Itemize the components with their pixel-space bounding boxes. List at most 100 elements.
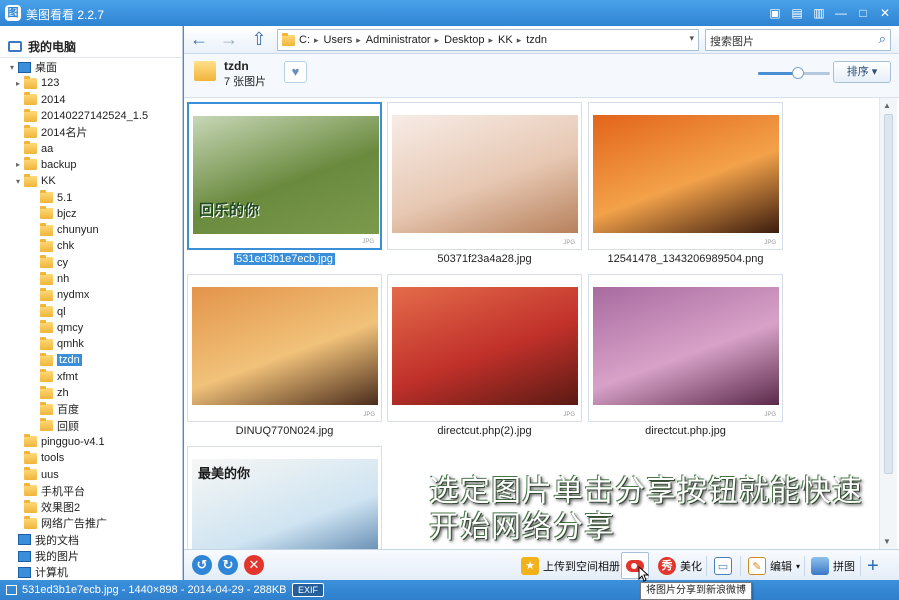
maximize-icon[interactable]: □ [853,3,873,23]
tree-item[interactable]: 手机平台 [0,483,182,499]
chevron-down-icon[interactable]: ▾ [12,177,24,186]
tree-item[interactable]: ▾ 桌面 [0,59,182,75]
forward-button[interactable]: → [218,29,240,51]
breadcrumb-segment[interactable]: C: [299,34,310,46]
tree-item[interactable]: nydmx [0,287,182,303]
tree-item[interactable]: bjcz [0,206,182,222]
image-thumbnail[interactable]: JPG [387,274,582,422]
delete-button[interactable]: ✕ [244,555,264,575]
upload-album-button[interactable]: ★ 上传到空间相册 [521,556,620,576]
collage-button[interactable]: 拼图 [811,556,855,576]
vertical-scrollbar[interactable]: ▲ ▼ [879,98,897,549]
slideshow-button[interactable]: ▭ [714,556,732,576]
rotate-right-button[interactable]: ↻ [218,555,238,575]
tree-item[interactable]: chk [0,238,182,254]
share-tooltip: 将图片分享到新浪微博 [640,582,752,600]
chevron-right-icon[interactable]: ▸ [12,79,24,88]
folder-icon [194,61,216,81]
scrollbar-thumb[interactable] [884,114,893,474]
rotate-left-button[interactable]: ↺ [192,555,212,575]
image-thumbnail[interactable]: 回乐的你 JPG [187,102,382,250]
tree-item-label: KK [41,175,56,188]
thumbnail-caption[interactable]: 531ed3b1e7ecb.jpg [187,253,382,265]
breadcrumb-segment[interactable]: Administrator [366,34,431,46]
chat-icon[interactable]: ▣ [765,3,785,23]
chevron-down-icon[interactable]: ▾ [6,63,18,72]
skin-icon[interactable]: ▤ [787,3,807,23]
tree-item[interactable]: ql [0,303,182,319]
exif-button[interactable]: EXIF [292,583,325,597]
tree-item[interactable]: 5.1 [0,189,182,205]
image-thumbnail[interactable]: JPG [588,274,783,422]
thumbnail-image [593,115,779,233]
tree-item[interactable]: cy [0,255,182,271]
tree-item[interactable]: xfmt [0,369,182,385]
tree-item[interactable]: qmhk [0,336,182,352]
favorite-button[interactable]: ♥ [284,61,307,83]
tree-item[interactable]: 2014 [0,92,182,108]
tree-item[interactable]: 回顾 [0,418,182,434]
monitor-icon: ▭ [714,557,732,575]
tree-item[interactable]: pingguo-v4.1 [0,434,182,450]
thumbnail-caption[interactable]: directcut.php.jpg [588,425,783,437]
edit-button[interactable]: ✎ 编辑 ▾ [748,556,800,576]
tree-item[interactable]: 我的图片 [0,548,182,564]
tree-item[interactable]: ▸ backup [0,157,182,173]
search-input[interactable]: 搜索图片 ⌕ [705,29,891,51]
image-thumbnail[interactable]: 最美的你JPG [187,446,382,549]
thumbnail-caption[interactable]: DINUQ770N024.jpg [187,425,382,437]
chevron-down-icon[interactable]: ▾ [689,33,694,44]
chevron-down-icon[interactable]: ▾ [796,562,800,571]
my-computer-header[interactable]: 我的电脑 [0,26,182,58]
tree-item[interactable]: tools [0,450,182,466]
tree-item[interactable]: ▸ 123 [0,75,182,91]
zoom-slider-handle[interactable] [791,67,804,79]
breadcrumb-segment[interactable]: Users [324,34,353,46]
image-thumbnail[interactable]: JPG [187,274,382,422]
breadcrumb-segment[interactable]: KK [498,34,513,46]
tree-item-label: cy [57,256,68,269]
back-button[interactable]: ← [188,29,210,51]
tree-item[interactable]: 计算机 [0,564,182,580]
scroll-down-icon[interactable]: ▼ [883,537,891,546]
tree-item[interactable]: nh [0,271,182,287]
thumbnail-caption[interactable]: directcut.php(2).jpg [387,425,582,437]
tree-item[interactable]: 20140227142524_1.5 [0,108,182,124]
tree-item[interactable]: qmcy [0,320,182,336]
up-folder-button[interactable]: ⇧ [248,29,270,51]
breadcrumb-segment[interactable]: Desktop [444,34,484,46]
tree-item[interactable]: 效果图2 [0,499,182,515]
thumbnail-caption[interactable]: 50371f23a4a28.jpg [387,253,582,265]
file-name: directcut.php.jpg [645,425,726,437]
search-icon[interactable]: ⌕ [879,31,886,47]
folder-icon [24,515,37,529]
tree-item[interactable]: 百度 [0,401,182,417]
toolbar-divider [706,556,707,576]
tree-item[interactable]: chunyun [0,222,182,238]
zoom-slider[interactable] [758,67,830,79]
folder-icon [24,173,37,187]
tree-item[interactable]: aa [0,140,182,156]
tree-item[interactable]: zh [0,385,182,401]
tree-item[interactable]: tzdn [0,352,182,368]
image-thumbnail[interactable]: JPG [387,102,582,250]
chevron-right-icon[interactable]: ▸ [12,160,24,169]
image-thumbnail[interactable]: JPG [588,102,783,250]
star-icon: ★ [521,557,539,575]
tree-item[interactable]: ▾ KK [0,173,182,189]
breadcrumb-segment[interactable]: tzdn [526,34,547,46]
shirt-icon[interactable]: ▥ [809,3,829,23]
sort-button[interactable]: 排序 ▾ [833,61,891,83]
tree-item[interactable]: uus [0,466,182,482]
minimize-icon[interactable]: — [831,3,851,23]
toolbar-divider [860,556,861,576]
tree-item[interactable]: 2014名片 [0,124,182,140]
beautify-button[interactable]: 秀 美化 [658,556,702,576]
close-icon[interactable]: ✕ [875,3,895,23]
tree-item[interactable]: 我的文档 [0,532,182,548]
address-bar[interactable]: C: ▸ Users ▸ Administrator ▸ Desktop ▸ KK ▸ tzdn ▾ [277,29,699,51]
tree-item[interactable]: 网络广告推广 [0,515,182,531]
scroll-up-icon[interactable]: ▲ [883,101,891,110]
add-button[interactable]: + [867,555,879,577]
thumbnail-caption[interactable]: 12541478_1343206989504.png [588,253,783,265]
